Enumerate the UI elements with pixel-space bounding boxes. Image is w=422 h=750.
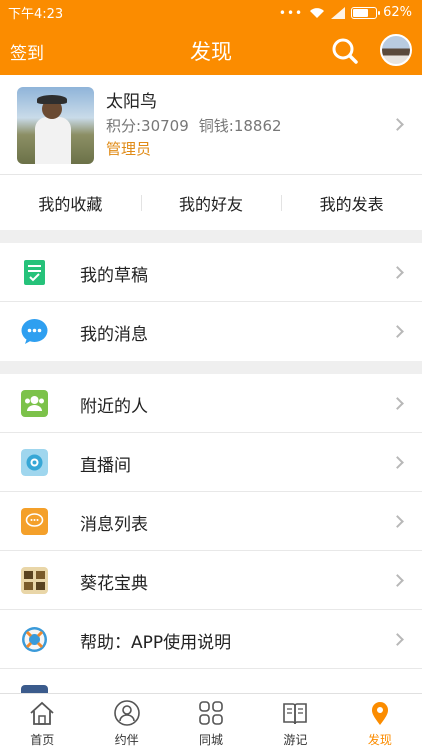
nav-discover[interactable]: 发现 [338, 694, 422, 750]
chat-list-icon [21, 508, 48, 535]
search-icon[interactable] [331, 37, 359, 65]
profile-avatar [17, 87, 94, 164]
nav-home[interactable]: 首页 [0, 694, 84, 750]
profile-stats: 积分:30709 铜钱:18862 [106, 115, 282, 136]
tab-friends[interactable]: 我的好友 [140, 191, 282, 215]
notebook-icon [283, 703, 308, 725]
book-icon [21, 567, 48, 594]
chevron-right-icon [391, 118, 404, 131]
nav-label: 游记 [283, 733, 308, 747]
menu-item-help[interactable]: 帮助：APP使用说明 [0, 610, 422, 669]
menu-item-drafts[interactable]: 我的草稿 [0, 243, 422, 302]
chevron-right-icon [391, 456, 404, 469]
menu-item-label: 我的草稿 [80, 266, 148, 286]
profile-role: 管理员 [106, 140, 152, 158]
menu-item-label: 帮助：APP使用说明 [80, 633, 232, 653]
menu-item-nearby-people[interactable]: 附近的人 [0, 374, 422, 433]
menu-item-sunflower-manual[interactable]: 葵花宝典 [0, 551, 422, 610]
profile-name: 太阳鸟 [106, 92, 157, 112]
draft-icon [24, 260, 45, 285]
chevron-right-icon [391, 633, 404, 646]
location-icon [371, 702, 388, 725]
nav-label: 首页 [30, 733, 55, 747]
chevron-right-icon [391, 574, 404, 587]
chevron-right-icon [391, 397, 404, 410]
nav-label: 约伴 [114, 733, 139, 747]
status-bar: 下午4:23 ••• 62% [0, 0, 422, 25]
menu-item-label: 消息列表 [80, 515, 148, 535]
menu-item-label: 葵花宝典 [80, 574, 148, 594]
nav-local[interactable]: 同城 [169, 694, 253, 750]
menu-item-live-room[interactable]: 直播间 [0, 433, 422, 492]
user-icon [113, 700, 140, 726]
profile-points: 积分:30709 [106, 117, 189, 135]
menu-item-messages[interactable]: 我的消息 [0, 302, 422, 361]
nav-travelogue[interactable]: 游记 [253, 694, 337, 750]
lifebuoy-icon [22, 627, 47, 652]
nav-companion[interactable]: 约伴 [84, 694, 168, 750]
battery-percent: 62% [383, 5, 412, 20]
chevron-right-icon [391, 325, 404, 338]
nav-label: 发现 [367, 733, 392, 747]
menu-group-personal: 我的草稿 我的消息 [0, 243, 422, 361]
profile-coins: 铜钱:18862 [198, 117, 282, 135]
header-avatar[interactable] [380, 34, 412, 66]
chevron-right-icon [391, 515, 404, 528]
app-header: 签到 发现 [0, 25, 422, 75]
people-icon [21, 390, 48, 417]
notification-dots-icon: ••• [278, 5, 304, 20]
profile-card[interactable]: 太阳鸟 积分:30709 铜钱:18862 管理员 [0, 75, 422, 175]
status-time: 下午4:23 [8, 7, 64, 22]
status-indicators: ••• 62% [279, 5, 412, 20]
menu-item-label: 直播间 [80, 456, 131, 476]
profile-tabs: 我的收藏 我的好友 我的发表 [0, 175, 422, 230]
battery-icon [351, 6, 381, 19]
menu-group-discover: 附近的人 直播间 消息列表 葵花宝典 帮助：APP使用说明 [0, 374, 422, 728]
wifi-icon [310, 7, 325, 18]
tab-posts[interactable]: 我的发表 [281, 191, 422, 215]
live-icon [21, 449, 48, 476]
home-icon [30, 701, 54, 725]
grid-icon [199, 701, 223, 725]
menu-item-message-list[interactable]: 消息列表 [0, 492, 422, 551]
menu-item-label: 我的消息 [80, 325, 148, 345]
message-icon [21, 319, 48, 344]
bottom-nav: 首页 约伴 同城 游记 发现 [0, 693, 422, 750]
tab-favorites[interactable]: 我的收藏 [0, 191, 141, 215]
menu-item-label: 附近的人 [80, 397, 148, 417]
signal-icon [331, 6, 346, 19]
chevron-right-icon [391, 266, 404, 279]
nav-label: 同城 [199, 733, 224, 747]
